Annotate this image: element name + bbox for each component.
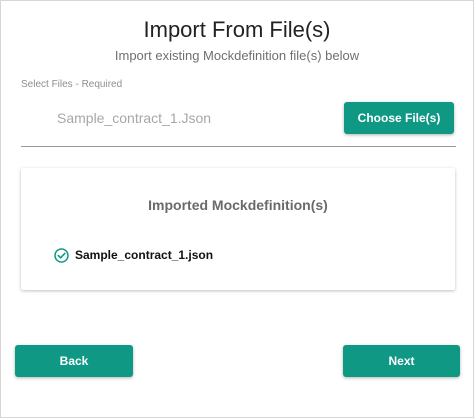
- imported-title: Imported Mockdefinition(s): [148, 197, 328, 213]
- back-button[interactable]: Back: [15, 345, 133, 377]
- next-button[interactable]: Next: [343, 345, 460, 377]
- page-title: Import From File(s): [143, 17, 331, 42]
- import-dialog: Import From File(s) Import existing Mock…: [0, 0, 474, 418]
- check-circle-icon: [54, 247, 69, 263]
- selected-file-value: Sample_contract_1.Json: [57, 110, 212, 126]
- imported-file-item: Sample_contract_1.json: [54, 246, 213, 264]
- imported-file-name: Sample_contract_1.json: [75, 248, 214, 262]
- choose-files-button[interactable]: Choose File(s): [344, 102, 454, 134]
- file-select-field[interactable]: Sample_contract_1.Json Choose File(s): [21, 99, 456, 147]
- imported-mockdefinitions-card: Imported Mockdefinition(s) Sample_contra…: [21, 168, 455, 290]
- page-subtitle: Import existing Mockdefinition file(s) b…: [114, 48, 360, 63]
- select-files-label: Select Files - Required: [21, 79, 123, 90]
